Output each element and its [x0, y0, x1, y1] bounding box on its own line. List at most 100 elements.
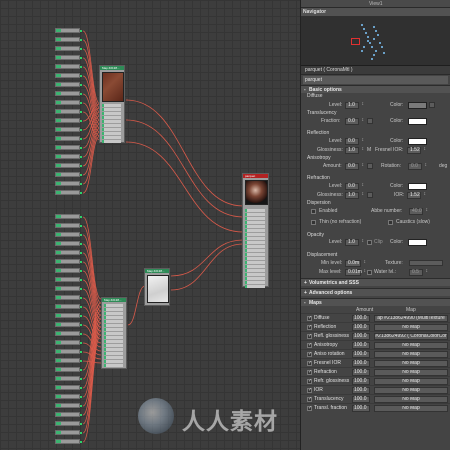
refraction-color-swatch[interactable] — [408, 183, 427, 190]
dispersion-enabled-checkbox[interactable] — [311, 209, 316, 214]
map-node[interactable] — [55, 214, 82, 219]
map-node[interactable] — [55, 340, 82, 345]
map-node[interactable] — [55, 322, 82, 327]
volumetrics-rollout[interactable]: + Volumetrics and SSS — [301, 278, 450, 286]
map-enable-checkbox[interactable] — [307, 369, 312, 375]
node-slot[interactable] — [245, 213, 265, 216]
node-slot[interactable] — [104, 364, 123, 367]
map-enable-checkbox[interactable] — [307, 333, 312, 339]
color-correct-node[interactable]: Map #2138... — [144, 268, 170, 306]
view-tab[interactable]: View1 — [369, 1, 383, 7]
material-node[interactable]: parquet — [242, 173, 269, 288]
fresnel-spinner[interactable]: 1.52 — [407, 147, 426, 154]
node-slot[interactable] — [245, 241, 265, 244]
map-node[interactable] — [55, 232, 82, 237]
node-slot[interactable] — [104, 336, 123, 339]
map-node[interactable] — [55, 181, 82, 186]
map-amount-spinner[interactable]: 100.0 — [352, 369, 370, 376]
node-slot[interactable] — [102, 112, 121, 115]
gloss-map-button[interactable]: M — [367, 147, 371, 153]
node-slot[interactable] — [104, 324, 123, 327]
map-enable-checkbox[interactable] — [307, 315, 312, 321]
node-slot[interactable] — [102, 124, 121, 127]
map-node[interactable] — [55, 100, 82, 105]
node-slot[interactable] — [104, 304, 123, 307]
map-node[interactable] — [55, 277, 82, 282]
max-level-spinner[interactable]: 0.01m — [345, 269, 366, 276]
map-node[interactable] — [55, 190, 82, 195]
node-slot[interactable] — [102, 104, 121, 107]
translucency-color-swatch[interactable] — [408, 118, 427, 125]
node-slot[interactable] — [245, 273, 265, 276]
reflection-gloss-spinner[interactable]: 1.0 — [345, 147, 364, 154]
node-slot[interactable] — [104, 360, 123, 363]
thin-checkbox[interactable] — [311, 220, 316, 225]
map-node[interactable] — [55, 394, 82, 399]
abbe-spinner[interactable]: 40.0 — [409, 208, 428, 215]
node-slot[interactable] — [245, 209, 265, 212]
map-node[interactable] — [55, 154, 82, 159]
map-node[interactable] — [55, 28, 82, 33]
rotation-spinner[interactable]: 0.0 — [408, 163, 427, 170]
map-amount-spinner[interactable]: 100.0 — [352, 333, 370, 340]
map-node[interactable] — [55, 331, 82, 336]
map-node[interactable] — [55, 349, 82, 354]
advanced-options-rollout[interactable]: + Advanced options — [301, 288, 450, 296]
map-node[interactable] — [55, 223, 82, 228]
multitexture-node[interactable]: Map #2138... — [99, 65, 125, 143]
node-slot[interactable] — [245, 229, 265, 232]
node-slot[interactable] — [104, 320, 123, 323]
map-node[interactable] — [55, 286, 82, 291]
node-slot[interactable] — [104, 328, 123, 331]
reflection-level-spinner[interactable]: 0.0 — [345, 138, 364, 145]
map-node[interactable] — [55, 64, 82, 69]
diffuse-color-swatch[interactable] — [408, 102, 427, 109]
map-slot-button[interactable]: No Map — [374, 405, 448, 412]
reflection-color-swatch[interactable] — [408, 138, 427, 145]
node-slot[interactable] — [245, 269, 265, 272]
map-node[interactable] — [55, 109, 82, 114]
node-slot[interactable] — [245, 277, 265, 280]
refraction-gloss-map-button[interactable] — [367, 192, 373, 198]
map-node[interactable] — [55, 118, 82, 123]
map-amount-spinner[interactable]: 100.0 — [352, 387, 370, 394]
map-enable-checkbox[interactable] — [307, 324, 312, 330]
map-node[interactable] — [55, 259, 82, 264]
refraction-gloss-spinner[interactable]: 1.0 — [345, 192, 364, 199]
map-node[interactable] — [55, 421, 82, 426]
opacity-level-spinner[interactable]: 1.0 — [345, 239, 364, 246]
map-amount-spinner[interactable]: 100.0 — [352, 405, 370, 412]
node-slot[interactable] — [104, 316, 123, 319]
map-slot-button[interactable]: No Map — [374, 342, 448, 349]
node-slot[interactable] — [102, 128, 121, 131]
map-slot-button[interactable]: No Map — [374, 396, 448, 403]
water-level-checkbox[interactable] — [367, 270, 372, 275]
node-slot[interactable] — [102, 140, 121, 143]
map-slot-button[interactable]: ap #2138624990 (MultiTexture — [374, 315, 448, 322]
node-slot[interactable] — [104, 340, 123, 343]
node-slot[interactable] — [245, 281, 265, 284]
diffuse-level-spinner[interactable]: 1.0 — [345, 102, 364, 109]
material-name-field[interactable]: parquet — [303, 76, 448, 84]
map-enable-checkbox[interactable] — [307, 360, 312, 366]
node-slot[interactable] — [245, 249, 265, 252]
node-slot[interactable] — [102, 108, 121, 111]
map-amount-spinner[interactable]: 100.0 — [352, 396, 370, 403]
map-amount-spinner[interactable]: 100.0 — [352, 315, 370, 322]
node-slot[interactable] — [102, 120, 121, 123]
map-node[interactable] — [55, 163, 82, 168]
map-slot-button[interactable]: No Map — [374, 387, 448, 394]
map-node[interactable] — [55, 73, 82, 78]
node-slot[interactable] — [102, 116, 121, 119]
slate-node-view[interactable]: Map #2138... parquet Map #2138... Map #2… — [0, 0, 300, 450]
maps-rollout[interactable]: - Maps — [301, 298, 450, 306]
map-node[interactable] — [55, 145, 82, 150]
ior-spinner[interactable]: 1.52 — [407, 192, 426, 199]
node-slot[interactable] — [245, 225, 265, 228]
map-slot-button[interactable]: No Map — [374, 351, 448, 358]
map-node[interactable] — [55, 376, 82, 381]
map-node[interactable] — [55, 37, 82, 42]
node-slot[interactable] — [104, 352, 123, 355]
node-slot[interactable] — [245, 233, 265, 236]
map-node[interactable] — [55, 358, 82, 363]
